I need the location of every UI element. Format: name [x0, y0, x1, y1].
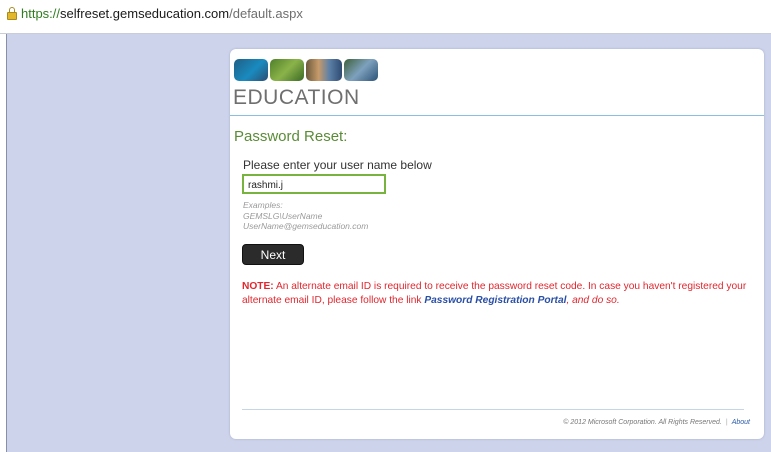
url-text[interactable]: https://selfreset.gemseducation.com/defa… [21, 6, 303, 21]
header-divider [230, 115, 764, 116]
url-scheme: https:// [21, 6, 61, 21]
logo-tile-g [234, 59, 268, 81]
page-viewport: EDUCATION Password Reset: Please enter y… [6, 34, 771, 452]
alternate-email-note: NOTE: An alternate email ID is required … [242, 280, 762, 308]
examples-heading: Examples: [243, 200, 283, 210]
lock-icon [7, 7, 17, 20]
url-path: /default.aspx [229, 6, 303, 21]
url-host: selfreset.gemseducation.com [60, 6, 230, 21]
username-prompt: Please enter your user name below [243, 158, 432, 172]
logo-tile-s [344, 59, 378, 81]
note-label: NOTE: [242, 281, 274, 292]
address-bar[interactable]: https://selfreset.gemseducation.com/defa… [0, 0, 771, 34]
note-tail: , and do so. [566, 295, 620, 306]
logo-tile-m [306, 59, 342, 81]
footer-separator: | [725, 419, 728, 426]
logo-subtitle: EDUCATION [233, 86, 360, 109]
footer: © 2012 Microsoft Corporation. All Rights… [563, 419, 750, 426]
page-title: Password Reset: [234, 128, 348, 145]
next-button[interactable]: Next [242, 244, 304, 265]
example-email-format: UserName@gemseducation.com [243, 221, 369, 231]
password-registration-link[interactable]: Password Registration Portal [424, 295, 566, 306]
username-input[interactable] [242, 174, 386, 194]
username-examples: Examples: GEMSLG\UserName UserName@gemse… [243, 200, 368, 232]
footer-divider [242, 409, 744, 410]
logo-tile-e [270, 59, 304, 81]
gems-logo [234, 59, 394, 81]
reset-card: EDUCATION Password Reset: Please enter y… [230, 49, 764, 439]
copyright-text: © 2012 Microsoft Corporation. All Rights… [563, 419, 722, 426]
about-link[interactable]: About [732, 419, 750, 426]
example-domain-format: GEMSLG\UserName [243, 210, 323, 221]
